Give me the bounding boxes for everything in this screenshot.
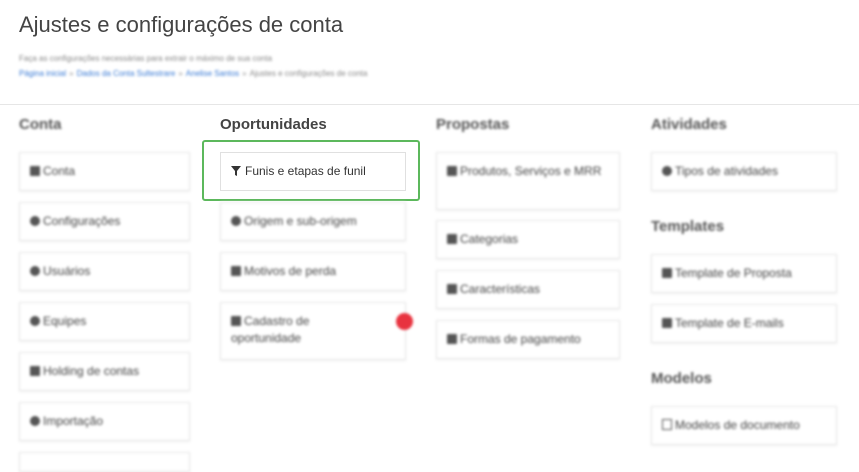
section-title-modelos: Modelos [651, 370, 712, 387]
breadcrumb-separator: » [69, 69, 74, 78]
card-label: Categorias [460, 232, 519, 246]
notification-dot [396, 313, 413, 330]
page-subtitle: Faça as configurações necessárias para e… [19, 54, 273, 63]
tag-icon [447, 166, 457, 176]
card-formas-pagamento[interactable]: Formas de pagamento [436, 320, 620, 359]
card-cadastro[interactable]: Cadastro de oportunidade [220, 302, 406, 360]
team-icon [30, 316, 40, 326]
card-label: Tipos de atividades [675, 164, 778, 178]
card-categorias[interactable]: Categorias [436, 220, 620, 259]
card-label: Importação [43, 414, 104, 428]
card-label: Holding de contas [43, 364, 140, 378]
card-template-proposta[interactable]: Template de Proposta [651, 254, 837, 293]
filter-icon [231, 166, 241, 176]
card-label: Template de Proposta [675, 266, 792, 280]
settings-icon [30, 216, 40, 226]
breadcrumb-user[interactable]: Anelise Santos [186, 69, 239, 78]
card-label: Motivos de perda [244, 264, 337, 278]
card-caracteristicas[interactable]: Características [436, 270, 620, 309]
file-icon [662, 419, 672, 430]
breadcrumb-separator: » [178, 69, 183, 78]
user-icon [30, 266, 40, 276]
card-label: Equipes [43, 314, 87, 328]
card-label: Configurações [43, 214, 121, 228]
card-template-emails[interactable]: Template de E-mails [651, 304, 837, 343]
card-modelos-documento[interactable]: Modelos de documento [651, 406, 837, 445]
card-motivos-perda[interactable]: Motivos de perda [220, 252, 406, 291]
card-configuracoes[interactable]: Configurações [19, 202, 190, 241]
cloud-upload-icon [30, 416, 40, 426]
sitemap-icon [30, 366, 40, 376]
card-label: Usuários [43, 264, 91, 278]
tag-icon [447, 284, 457, 294]
document-icon [662, 268, 672, 278]
card-label: Produtos, Serviços e MRR [460, 164, 602, 178]
card-usuarios[interactable]: Usuários [19, 252, 190, 291]
breadcrumb: Página inicial» Dados da Conta Sultestrar… [19, 69, 367, 78]
tag-icon [447, 234, 457, 244]
card-tipos-atividades[interactable]: Tipos de atividades [651, 152, 837, 191]
card-label: Modelos de documento [675, 418, 800, 432]
card-funis[interactable]: Funis e etapas de funil [220, 152, 406, 191]
card-label: Funis e etapas de funil [245, 164, 366, 178]
breadcrumb-account-data[interactable]: Dados da Conta Sultestrare [77, 69, 176, 78]
breadcrumb-home[interactable]: Página inicial [19, 69, 66, 78]
card-label: Origem e sub-origem [244, 214, 357, 228]
card-partial[interactable] [19, 452, 190, 472]
section-title-propostas: Propostas [436, 116, 510, 133]
page-header: Ajustes e configurações de conta Faça as… [0, 0, 859, 105]
credit-card-icon [447, 334, 457, 344]
settings-icon [662, 166, 672, 176]
card-importacao[interactable]: Importação [19, 402, 190, 441]
home-icon [30, 166, 40, 176]
section-title-conta: Conta [19, 116, 62, 133]
card-label: Conta [43, 164, 76, 178]
section-title-atividades: Atividades [651, 116, 727, 133]
card-holding[interactable]: Holding de contas [19, 352, 190, 391]
globe-icon [231, 216, 241, 226]
envelope-icon [662, 318, 672, 328]
page-title: Ajustes e configurações de conta [19, 12, 344, 37]
card-label: Características [460, 282, 541, 296]
breadcrumb-current: Ajustes e configurações de conta [249, 69, 368, 78]
card-produtos[interactable]: Produtos, Serviços e MRR [436, 152, 620, 210]
breadcrumb-separator: » [242, 69, 247, 78]
trash-icon [231, 266, 241, 276]
card-equipes[interactable]: Equipes [19, 302, 190, 341]
card-label: Cadastro de oportunidade [231, 314, 310, 345]
card-label: Template de E-mails [675, 316, 784, 330]
card-origem[interactable]: Origem e sub-origem [220, 202, 406, 241]
card-label: Formas de pagamento [460, 332, 581, 346]
section-title-oportunidades: Oportunidades [220, 116, 327, 133]
form-icon [231, 316, 241, 326]
section-title-templates: Templates [651, 218, 725, 235]
card-conta[interactable]: Conta [19, 152, 190, 191]
